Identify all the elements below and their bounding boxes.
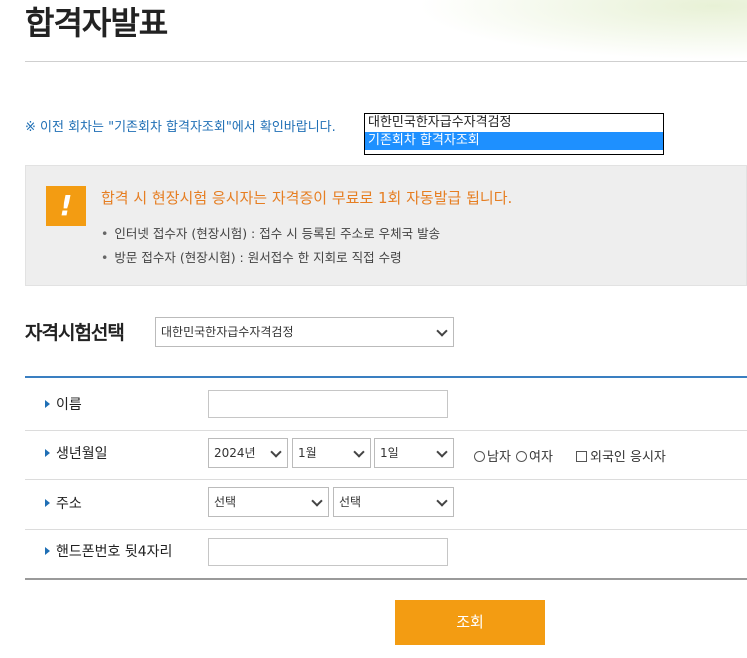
info-line-internet: • 인터넷 접수자 (현장시험) : 접수 시 등록된 주소로 우체국 발송 [101, 226, 441, 241]
phone-label: 핸드폰번호 뒷4자리 [45, 541, 172, 561]
gender-male-radio[interactable]: 남자 [474, 446, 511, 465]
info-line-visit: • 방문 접수자 (현장시험) : 원서접수 한 지회로 직접 수령 [101, 250, 402, 265]
round-option-current[interactable]: 대한민국한자급수자격검정 [365, 114, 663, 132]
row-divider [25, 529, 747, 530]
exam-select-label: 자격시험선택 [25, 322, 125, 344]
radio-circle-icon [516, 451, 527, 462]
name-label: 이름 [45, 394, 82, 414]
row-divider [25, 430, 747, 431]
address-city-value: 선택 [214, 495, 237, 509]
bullet: • [101, 226, 109, 241]
gender-female-radio[interactable]: 여자 [516, 446, 553, 465]
address-label: 주소 [45, 493, 82, 513]
birth-month-value: 1월 [298, 446, 317, 460]
bullet: • [101, 250, 109, 265]
checkbox-icon [576, 451, 587, 462]
birth-year-select[interactable]: 2024년 [208, 438, 288, 468]
birth-year-value: 2024년 [214, 446, 256, 460]
foreigner-checkbox[interactable]: 외국인 응시자 [576, 446, 666, 465]
exam-select[interactable]: 대한민국한자급수자격검정 [155, 317, 454, 347]
chevron-down-icon [353, 446, 365, 458]
birth-day-select[interactable]: 1일 [374, 438, 454, 468]
exam-select-value: 대한민국한자급수자격검정 [161, 325, 294, 339]
info-headline: 합격 시 현장시험 응시자는 자격증이 무료로 1회 자동발급 됩니다. [101, 189, 513, 207]
round-option-previous[interactable]: 기존회차 합격자조회 [365, 132, 663, 150]
radio-circle-icon [474, 451, 485, 462]
birth-month-select[interactable]: 1월 [292, 438, 371, 468]
chevron-down-icon [311, 495, 323, 507]
title-divider [25, 61, 747, 62]
arrow-right-icon [45, 400, 50, 408]
search-button[interactable]: 조회 [395, 600, 545, 645]
birth-day-value: 1일 [380, 446, 399, 460]
exclamation-icon: ! [46, 186, 86, 226]
chevron-down-icon [436, 495, 448, 507]
header-decoration [417, 0, 747, 60]
arrow-right-icon [45, 547, 50, 555]
page-title: 합격자발표 [25, 4, 168, 42]
arrow-right-icon [45, 449, 50, 457]
chevron-down-icon [270, 446, 282, 458]
address-district-value: 선택 [339, 495, 362, 509]
row-divider [25, 479, 747, 480]
phone-input[interactable] [208, 538, 448, 566]
arrow-right-icon [45, 499, 50, 507]
form-bottom-border [25, 578, 747, 580]
previous-round-notice: ※ 이전 회차는 "기존회차 합격자조회"에서 확인바랍니다. [25, 120, 336, 135]
chevron-down-icon [436, 446, 448, 458]
name-input[interactable] [208, 390, 448, 418]
chevron-down-icon [436, 325, 448, 337]
birth-label: 생년월일 [45, 443, 108, 463]
round-listbox[interactable]: 대한민국한자급수자격검정 기존회차 합격자조회 [364, 113, 664, 155]
address-city-select[interactable]: 선택 [208, 487, 329, 517]
address-district-select[interactable]: 선택 [333, 487, 454, 517]
certificate-info-box: ! 합격 시 현장시험 응시자는 자격증이 무료로 1회 자동발급 됩니다. •… [25, 165, 747, 286]
form-top-border [25, 376, 747, 378]
